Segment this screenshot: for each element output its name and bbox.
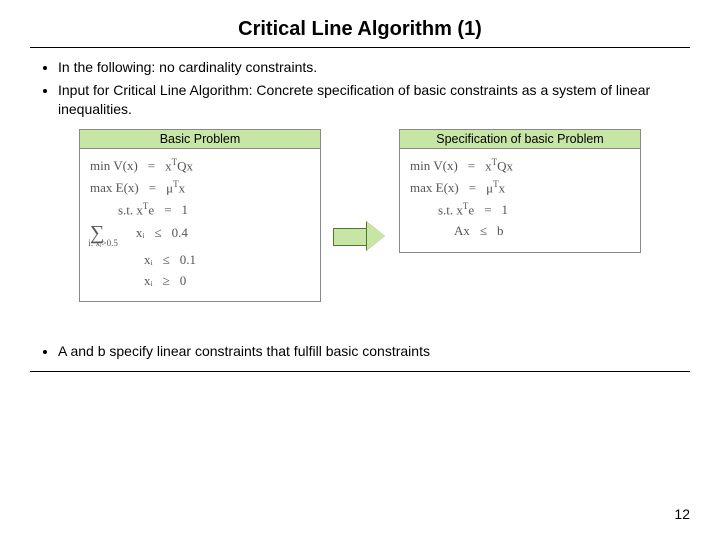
math-text: μTx [166, 177, 185, 199]
math-text: xTQx [485, 155, 513, 177]
math-text: μTx [486, 177, 505, 199]
math-op: = [469, 178, 476, 199]
bottom-bullet-list: A and b specify linear constraints that … [30, 342, 690, 361]
math-text: xᵢ [136, 223, 145, 244]
math-text: xᵢ [144, 271, 153, 292]
math-op: = [484, 200, 491, 221]
math-text: s.t. xTe [118, 199, 154, 221]
math-op: = [148, 156, 155, 177]
math-text: xᵢ [144, 250, 153, 271]
math-text: 0.4 [172, 223, 188, 244]
left-panel-body: min V(x) = xTQx max E(x) = μTx s.t. xTe … [80, 149, 320, 302]
math-text: min V(x) [90, 156, 138, 177]
math-text: max E(x) [410, 178, 459, 199]
arrow-icon [333, 222, 387, 250]
math-op: ≤ [154, 223, 161, 244]
bullet-item: A and b specify linear constraints that … [58, 342, 690, 361]
math-text: min V(x) [410, 156, 458, 177]
left-panel: Basic Problem min V(x) = xTQx max E(x) =… [79, 129, 321, 303]
bullet-item: Input for Critical Line Algorithm: Concr… [58, 81, 690, 119]
right-panel: Specification of basic Problem min V(x) … [399, 129, 641, 253]
math-text: Ax [454, 221, 470, 242]
math-text: 1 [502, 200, 509, 221]
math-text: max E(x) [90, 178, 139, 199]
left-panel-header: Basic Problem [80, 130, 320, 149]
right-panel-body: min V(x) = xTQx max E(x) = μTx s.t. xTe … [400, 149, 640, 252]
math-text: 1 [182, 200, 189, 221]
page-number: 12 [674, 506, 690, 522]
math-text: 0.1 [180, 250, 196, 271]
math-text: s.t. xTe [438, 199, 474, 221]
math-op: = [164, 200, 171, 221]
bullet-item: In the following: no cardinality constra… [58, 58, 690, 77]
math-op: ≤ [163, 250, 170, 271]
right-panel-header: Specification of basic Problem [400, 130, 640, 149]
math-text: b [497, 221, 504, 242]
slide-title: Critical Line Algorithm (1) [30, 18, 690, 41]
divider-bottom [30, 371, 690, 372]
math-op: ≤ [480, 221, 487, 242]
math-subscript: i: xᵢ>0.5 [88, 236, 118, 250]
math-op: ≥ [163, 271, 170, 292]
math-text: 0 [180, 271, 187, 292]
math-op: = [468, 156, 475, 177]
math-text: xTQx [165, 155, 193, 177]
panels-row: Basic Problem min V(x) = xTQx max E(x) =… [30, 129, 690, 303]
math-op: = [149, 178, 156, 199]
divider-top [30, 47, 690, 48]
top-bullet-list: In the following: no cardinality constra… [30, 58, 690, 119]
